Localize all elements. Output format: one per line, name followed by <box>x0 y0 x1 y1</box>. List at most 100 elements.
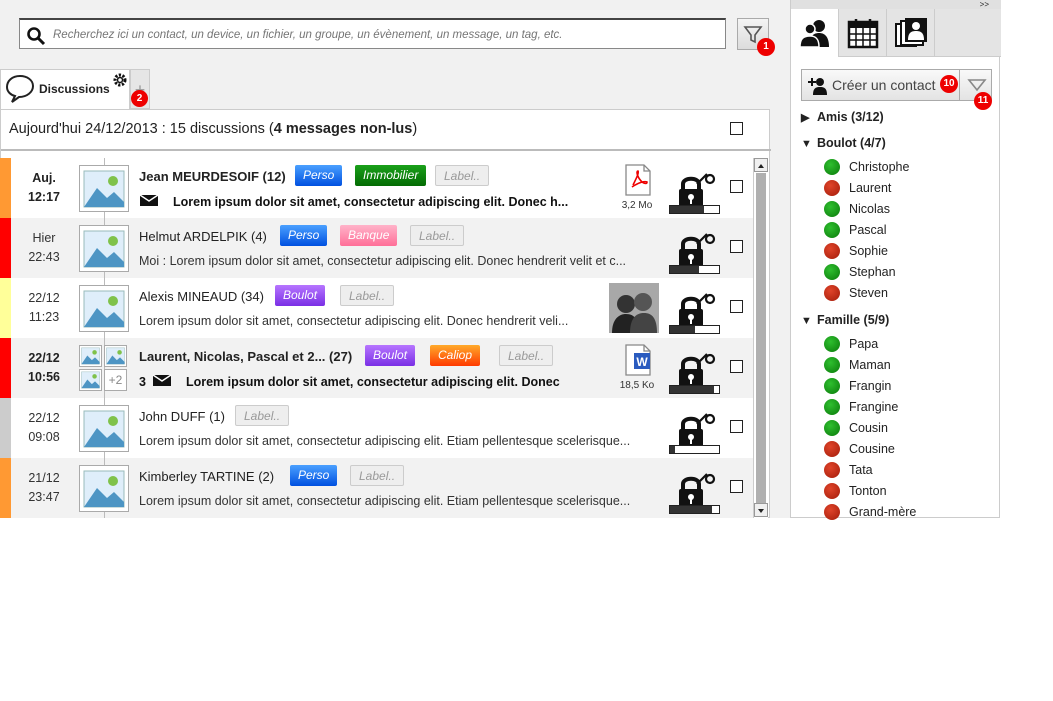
priority-bar <box>0 278 11 338</box>
tag-label[interactable]: Label.. <box>435 165 490 186</box>
summary-line: Aujourd'hui 24/12/2013 : 15 discussions … <box>9 121 417 137</box>
contact-name: Papa <box>849 337 879 351</box>
avatar <box>79 165 129 212</box>
scroll-thumb[interactable] <box>756 173 766 503</box>
contact-item[interactable]: Cousin <box>824 419 888 440</box>
collapsed-triangle-icon[interactable]: ▶ <box>801 111 817 124</box>
contact-name[interactable]: Jean MEURDESOIF (12) <box>139 169 286 184</box>
attachment[interactable] <box>609 283 659 336</box>
contact-item[interactable]: Cousine <box>824 440 895 461</box>
create-contact-button[interactable]: Créer un contact <box>801 69 992 101</box>
contact-name: Sophie <box>849 244 888 258</box>
message-preview: Lorem ipsum dolor sit amet, consectetur … <box>139 314 659 328</box>
row-checkbox[interactable] <box>730 480 743 493</box>
date-day: Hier <box>32 231 56 245</box>
contact-group[interactable]: ▶ Amis (3/12) <box>801 110 884 124</box>
search-input[interactable] <box>53 24 713 46</box>
speech-bubble-icon <box>5 74 35 103</box>
row-checkbox[interactable] <box>730 300 743 313</box>
scroll-up-arrow[interactable] <box>754 158 768 172</box>
contact-item[interactable]: Steven <box>824 284 888 305</box>
tag-label[interactable]: Caliop <box>430 345 481 366</box>
contact-item[interactable]: Frangin <box>824 377 891 398</box>
contact-item[interactable]: Frangine <box>824 398 898 419</box>
contact-item[interactable]: Tata <box>824 461 873 482</box>
discussion-row[interactable]: 22/12 10:56 +2 Laurent, Nicolas, Pascal et … <box>0 338 753 398</box>
status-online-icon <box>824 398 840 415</box>
contact-item[interactable]: Papa <box>824 335 878 356</box>
contact-item[interactable]: Maman <box>824 356 891 377</box>
row-checkbox[interactable] <box>730 420 743 433</box>
select-all-checkbox[interactable] <box>730 122 743 135</box>
discussion-row[interactable]: Auj. 12:17 Jean MEURDESOIF (12) Perso Immobi… <box>0 158 753 218</box>
contact-item[interactable]: Sophie <box>824 242 888 263</box>
row-checkbox[interactable] <box>730 360 743 373</box>
tag-label[interactable]: Label.. <box>340 285 395 306</box>
tag-label[interactable]: Perso <box>295 165 343 186</box>
envelope-icon <box>139 194 159 206</box>
pdf-file-icon <box>625 164 651 196</box>
discussion-row[interactable]: Hier 22:43 Helmut ARDELPIK (4) Perso Banque L… <box>0 218 753 278</box>
summary-text: Aujourd'hui 24/12/2013 : 15 discussions … <box>9 121 274 137</box>
scroll-down-arrow[interactable] <box>754 503 768 517</box>
contact-item[interactable]: Nicolas <box>824 200 890 221</box>
contact-group[interactable]: ▼ Boulot (4/7) <box>801 136 886 150</box>
tab-photos[interactable] <box>887 9 935 57</box>
tab-contacts[interactable] <box>791 9 839 57</box>
contact-group[interactable]: ▼ Famille (5/9) <box>801 313 889 327</box>
search-icon <box>27 27 46 46</box>
expanded-triangle-icon[interactable]: ▼ <box>801 138 817 150</box>
tag-label[interactable]: Boulot <box>275 285 326 306</box>
search-bar[interactable] <box>19 18 726 49</box>
word-file-icon: W <box>625 344 651 376</box>
contact-name[interactable]: John DUFF (1) <box>139 409 225 424</box>
attachment[interactable]: 3,2 Mo <box>614 163 660 211</box>
tag-label[interactable]: Perso <box>290 465 338 486</box>
discussion-row[interactable]: 21/12 23:47 Kimberley TARTINE (2) Perso Labe… <box>0 458 753 518</box>
tag-label[interactable]: Perso <box>280 225 328 246</box>
contact-item[interactable]: Laurent <box>824 179 891 200</box>
status-online-icon <box>824 419 840 436</box>
contact-name[interactable]: Kimberley TARTINE (2) <box>139 469 274 484</box>
tag-label[interactable]: Boulot <box>365 345 416 366</box>
contact-item[interactable]: Stephan <box>824 263 896 284</box>
tag-label[interactable]: Label.. <box>350 465 405 486</box>
row-checkbox[interactable] <box>730 180 743 193</box>
encryption-progress <box>669 325 720 334</box>
encryption-progress <box>669 265 720 274</box>
discussion-date: 22/12 11:23 <box>11 278 77 338</box>
expanded-triangle-icon[interactable]: ▼ <box>801 315 817 327</box>
priority-bar <box>0 218 11 278</box>
contact-name[interactable]: Alexis MINEAUD (34) <box>139 289 264 304</box>
contact-item[interactable]: Grand-mère <box>824 503 916 524</box>
summary-suffix: ) <box>412 121 418 137</box>
contacts-sidebar: >> Créer un contact 10 11 ▶ Amis (3/12) ▼ B… <box>790 0 1001 520</box>
tag-label[interactable]: Label.. <box>499 345 554 366</box>
tag-label[interactable]: Label.. <box>410 225 465 246</box>
tab-calendar[interactable] <box>839 9 887 57</box>
discussion-row[interactable]: 22/12 11:23 Alexis MINEAUD (34) Boulot Label… <box>0 278 753 338</box>
gear-icon[interactable] <box>112 72 128 88</box>
attachment[interactable]: W 18,5 Ko <box>614 343 660 391</box>
discussion-row[interactable]: 22/12 09:08 John DUFF (1) Label.. Lorem ipsu… <box>0 398 753 458</box>
collapse-sidebar-button[interactable]: >> <box>791 0 1001 9</box>
contact-name[interactable]: Laurent, Nicolas, Pascal et 2... (27) <box>139 349 352 364</box>
file-size: 18,5 Ko <box>619 380 655 391</box>
group-label: Famille (5/9) <box>817 313 890 327</box>
message-preview: Moi : Lorem ipsum dolor sit amet, consec… <box>139 254 659 268</box>
contact-item[interactable]: Pascal <box>824 221 887 242</box>
contact-item[interactable]: Tonton <box>824 482 887 503</box>
message-preview: Lorem ipsum dolor sit amet, consectetur … <box>139 194 659 209</box>
tag-label[interactable]: Label.. <box>235 405 290 426</box>
tag-label[interactable]: Banque <box>340 225 398 246</box>
date-day: 22/12 <box>28 351 60 365</box>
contact-item[interactable]: Christophe <box>824 158 909 179</box>
tab-discussions[interactable]: Discussions <box>0 69 130 109</box>
contact-name: Frangin <box>849 379 892 393</box>
discussion-date: 22/12 10:56 <box>11 338 77 398</box>
tag-label[interactable]: Immobilier <box>355 165 427 186</box>
message-preview: Lorem ipsum dolor sit amet, consectetur … <box>139 494 659 508</box>
row-checkbox[interactable] <box>730 240 743 253</box>
contact-name[interactable]: Helmut ARDELPIK (4) <box>139 229 267 244</box>
scrollbar[interactable] <box>753 158 768 518</box>
